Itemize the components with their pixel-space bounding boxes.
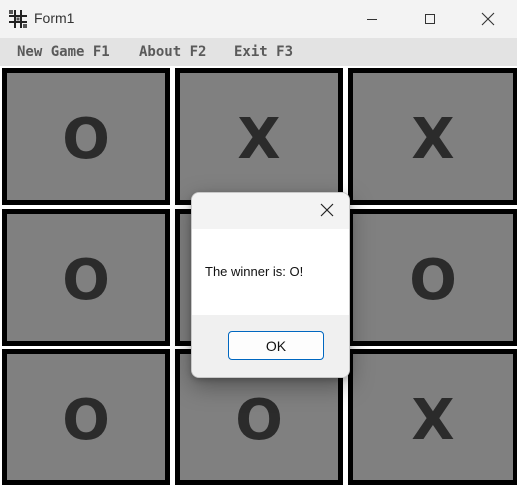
minimize-icon: [366, 13, 378, 25]
window-close-button[interactable]: [459, 0, 517, 38]
minimize-button[interactable]: [343, 0, 401, 38]
close-icon: [320, 203, 334, 222]
window-title: Form1: [34, 10, 75, 26]
menu-exit[interactable]: Exit F3: [234, 44, 293, 60]
dialog-body: The winner is: O!: [192, 229, 349, 315]
cell-mark: O: [62, 248, 110, 313]
dialog-message: The winner is: O!: [205, 264, 304, 279]
maximize-button[interactable]: [401, 0, 459, 38]
ok-button[interactable]: OK: [228, 331, 324, 360]
tic-tac-toe-grid-icon: [8, 9, 28, 29]
cell-mark: O: [235, 387, 283, 453]
board-cell-2[interactable]: X: [175, 68, 343, 205]
board-cell-6[interactable]: O: [348, 209, 517, 346]
cell-mark: X: [411, 107, 455, 172]
cell-mark: O: [62, 387, 110, 453]
board-cell-4[interactable]: O: [2, 209, 170, 346]
cell-mark: X: [411, 387, 455, 453]
board-cell-7[interactable]: O: [2, 349, 170, 485]
dialog-titlebar[interactable]: [192, 193, 349, 229]
close-icon: [481, 12, 495, 26]
menu-about[interactable]: About F2: [139, 44, 206, 60]
menu-bar: New Game F1 About F2 Exit F3: [0, 38, 517, 66]
cell-mark: O: [62, 107, 110, 172]
cell-mark: O: [409, 248, 457, 313]
dialog-footer: OK: [192, 315, 349, 377]
message-dialog: The winner is: O! OK: [191, 192, 350, 378]
board-cell-3[interactable]: X: [348, 68, 517, 205]
board-cell-1[interactable]: O: [2, 68, 170, 205]
board-cell-9[interactable]: X: [348, 349, 517, 485]
maximize-icon: [424, 13, 436, 25]
dialog-close-button[interactable]: [316, 201, 338, 223]
cell-mark: X: [237, 107, 281, 172]
window-titlebar[interactable]: Form1: [0, 0, 517, 38]
menu-new-game[interactable]: New Game F1: [17, 44, 110, 60]
